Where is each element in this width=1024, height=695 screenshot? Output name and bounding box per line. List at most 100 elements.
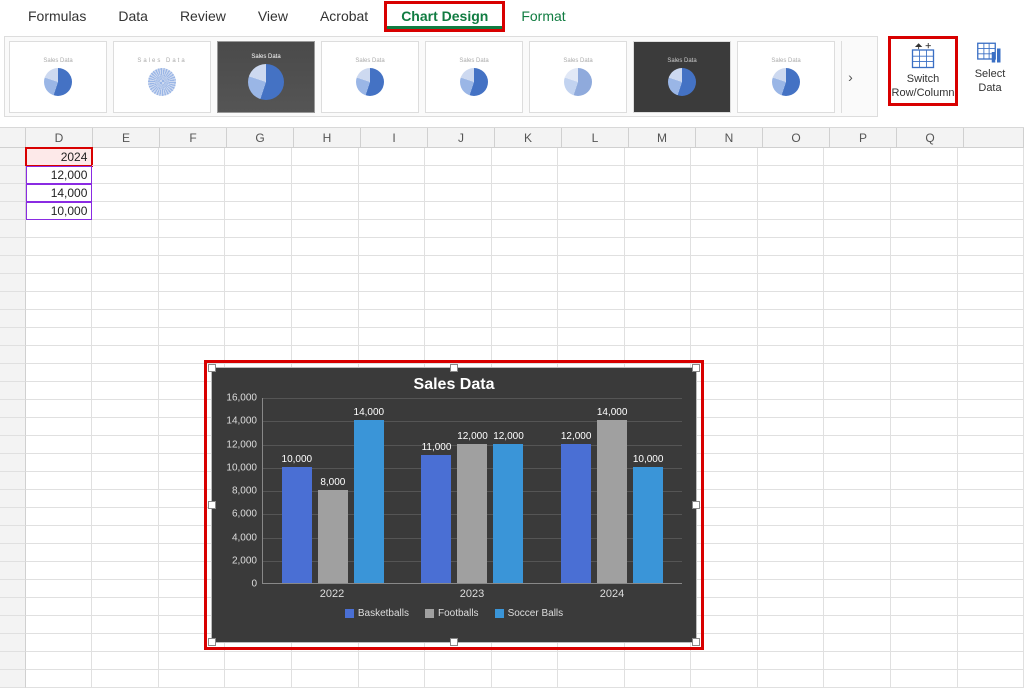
chart-x-labels: 2022 2023 2024 xyxy=(262,588,682,600)
pie-icon xyxy=(668,68,696,96)
chart-style-7[interactable]: Sales Data xyxy=(633,41,731,113)
thumb-label: Sales Data xyxy=(771,58,800,64)
resize-handle[interactable] xyxy=(450,638,458,646)
chart-title[interactable]: Sales Data xyxy=(212,368,696,398)
select-data-icon xyxy=(975,38,1005,66)
pie-icon xyxy=(356,68,384,96)
data-label: 8,000 xyxy=(320,477,345,490)
highlight-switch-button: Switch Row/Column xyxy=(888,36,958,106)
y-tick-label: 6,000 xyxy=(217,509,257,520)
chart-style-5[interactable]: Sales Data xyxy=(425,41,523,113)
chevron-right-icon: › xyxy=(848,69,853,85)
select-data-button[interactable]: Select Data xyxy=(960,36,1020,96)
resize-handle[interactable] xyxy=(692,501,700,509)
select-label-2: Data xyxy=(978,82,1001,94)
chart-style-6[interactable]: Sales Data xyxy=(529,41,627,113)
data-label: 11,000 xyxy=(422,442,452,455)
col-header[interactable]: Q xyxy=(897,128,964,148)
switch-row-column-icon xyxy=(908,43,938,71)
pie-icon xyxy=(44,68,72,96)
pie-icon xyxy=(148,68,176,96)
resize-handle[interactable] xyxy=(208,638,216,646)
col-header[interactable]: M xyxy=(629,128,696,148)
col-header[interactable]: F xyxy=(160,128,227,148)
data-label: 10,000 xyxy=(282,454,313,467)
tab-data[interactable]: Data xyxy=(102,2,164,30)
chart-bar[interactable]: 10,000 xyxy=(633,467,663,583)
resize-handle[interactable] xyxy=(450,364,458,372)
y-tick-label: 10,000 xyxy=(217,462,257,473)
x-tick-label: 2022 xyxy=(320,588,344,600)
legend-swatch xyxy=(495,609,504,618)
highlight-chart-object: Sales Data 02,0004,0006,0008,00010,00012… xyxy=(204,360,704,650)
chart-style-gallery: Sales Data Sales Data Sales Data Sales D… xyxy=(4,36,878,117)
resize-handle[interactable] xyxy=(208,501,216,509)
resize-handle[interactable] xyxy=(692,364,700,372)
y-tick-label: 2,000 xyxy=(217,555,257,566)
col-header[interactable]: D xyxy=(26,128,93,148)
col-header[interactable]: L xyxy=(562,128,629,148)
pie-icon xyxy=(460,68,488,96)
chart-bar[interactable]: 12,000 xyxy=(457,444,487,584)
tab-formulas[interactable]: Formulas xyxy=(12,2,102,30)
ribbon-body: Sales Data Sales Data Sales Data Sales D… xyxy=(0,32,1024,128)
col-header[interactable]: N xyxy=(696,128,763,148)
tab-chart-design[interactable]: Chart Design xyxy=(387,4,502,29)
col-header[interactable]: P xyxy=(830,128,897,148)
column-headers: D E F G H I J K L M N O P Q xyxy=(0,128,1024,148)
ribbon-group-data: Switch Row/Column Select Data xyxy=(884,32,1024,127)
chart-style-4[interactable]: Sales Data xyxy=(321,41,419,113)
legend-item[interactable]: Basketballs xyxy=(345,608,409,619)
tab-review[interactable]: Review xyxy=(164,2,242,30)
pie-icon xyxy=(248,64,284,100)
data-label: 12,000 xyxy=(561,431,592,444)
legend-item[interactable]: Soccer Balls xyxy=(495,608,564,619)
thumb-label: Sales Data xyxy=(137,58,186,64)
data-label: 10,000 xyxy=(633,454,664,467)
gallery-more-button[interactable]: › xyxy=(841,41,859,113)
data-label: 12,000 xyxy=(457,431,488,444)
chart-bar[interactable]: 10,000 xyxy=(282,467,312,583)
chart-object[interactable]: Sales Data 02,0004,0006,0008,00010,00012… xyxy=(211,367,697,643)
tab-format[interactable]: Format xyxy=(505,2,581,30)
col-header[interactable]: E xyxy=(93,128,160,148)
col-header[interactable]: G xyxy=(227,128,294,148)
chart-style-1[interactable]: Sales Data xyxy=(9,41,107,113)
chart-bar[interactable]: 11,000 xyxy=(421,455,451,583)
x-tick-label: 2023 xyxy=(460,588,484,600)
col-header[interactable]: J xyxy=(428,128,495,148)
data-label: 12,000 xyxy=(493,431,524,444)
switch-row-column-button[interactable]: Switch Row/Column xyxy=(893,41,953,101)
chart-style-8[interactable]: Sales Data xyxy=(737,41,835,113)
data-label: 14,000 xyxy=(354,407,385,420)
resize-handle[interactable] xyxy=(692,638,700,646)
chart-style-2[interactable]: Sales Data xyxy=(113,41,211,113)
chart-bar[interactable]: 14,000 xyxy=(354,420,384,583)
chart-legend[interactable]: Basketballs Footballs Soccer Balls xyxy=(212,608,696,619)
col-header[interactable]: K xyxy=(495,128,562,148)
resize-handle[interactable] xyxy=(208,364,216,372)
chart-bar[interactable]: 12,000 xyxy=(493,444,523,584)
col-header[interactable]: I xyxy=(361,128,428,148)
col-header[interactable]: O xyxy=(763,128,830,148)
y-tick-label: 12,000 xyxy=(217,439,257,450)
legend-swatch xyxy=(425,609,434,618)
x-tick-label: 2024 xyxy=(600,588,624,600)
chart-bar[interactable]: 14,000 xyxy=(597,420,627,583)
chart-bar[interactable]: 8,000 xyxy=(318,490,348,583)
col-header xyxy=(964,128,1024,148)
thumb-label: Sales Data xyxy=(355,58,384,64)
legend-swatch xyxy=(345,609,354,618)
chart-plot-area[interactable]: 02,0004,0006,0008,00010,00012,00014,0001… xyxy=(262,398,682,584)
thumb-label: Sales Data xyxy=(459,58,488,64)
legend-item[interactable]: Footballs xyxy=(425,608,479,619)
y-tick-label: 4,000 xyxy=(217,532,257,543)
pie-icon xyxy=(772,68,800,96)
tab-acrobat[interactable]: Acrobat xyxy=(304,2,384,30)
thumb-label: Sales Data xyxy=(563,58,592,64)
tab-view[interactable]: View xyxy=(242,2,304,30)
chart-bar[interactable]: 12,000 xyxy=(561,444,591,584)
ribbon-tabs: Formulas Data Review View Acrobat Chart … xyxy=(0,0,1024,32)
col-header[interactable]: H xyxy=(294,128,361,148)
chart-style-3[interactable]: Sales Data xyxy=(217,41,315,113)
